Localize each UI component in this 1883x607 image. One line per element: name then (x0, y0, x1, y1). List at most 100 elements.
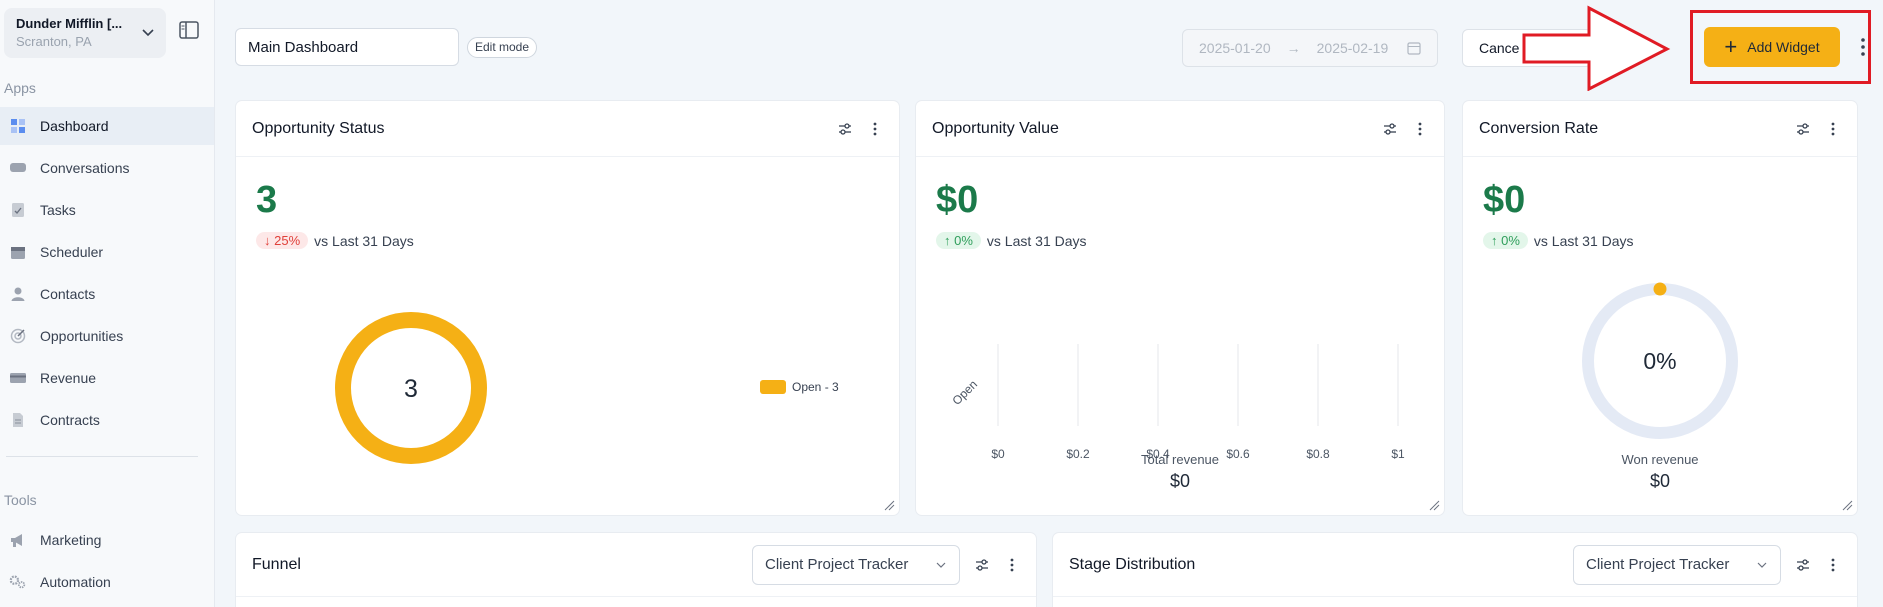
chevron-down-icon (936, 562, 946, 568)
metric-value: $0 (936, 179, 979, 221)
sidebar-toggle-icon[interactable] (178, 20, 200, 40)
legend-swatch-open (760, 380, 786, 394)
sidebar-item-conversations[interactable]: Conversations (0, 149, 214, 187)
apps-section-label: Apps (4, 80, 36, 96)
sidebar-item-opportunities[interactable]: Opportunities (0, 317, 214, 355)
widget-header: Stage Distribution Client Project Tracke… (1053, 533, 1857, 597)
delta-value: 0% (954, 233, 973, 248)
chart-legend: Open - 3 (760, 380, 839, 394)
filter-settings-icon[interactable] (1795, 121, 1811, 137)
annotation-highlight-box (1690, 10, 1871, 84)
conversion-rate-widget: Conversion Rate $0 ↑ 0% vs Last 31 Days … (1463, 101, 1857, 515)
sidebar-item-revenue[interactable]: Revenue (0, 359, 214, 397)
widget-title: Opportunity Value (932, 119, 1059, 137)
date-end: 2025-02-19 (1316, 40, 1389, 56)
arrow-up-icon: ↑ (944, 233, 955, 248)
filter-settings-icon[interactable] (837, 121, 853, 137)
megaphone-icon (9, 532, 27, 548)
chevron-down-icon (142, 29, 154, 37)
chat-icon (9, 160, 27, 176)
pipeline-select[interactable]: Client Project Tracker (1573, 544, 1781, 585)
metric-value: $0 (1483, 179, 1526, 221)
widget-header: Opportunity Value (916, 101, 1444, 157)
filter-settings-icon[interactable] (1382, 121, 1398, 137)
sidebar-item-label: Contacts (40, 286, 96, 302)
calendar-icon (1407, 42, 1421, 55)
calendar-icon (9, 244, 27, 260)
resize-handle-icon[interactable] (1428, 499, 1440, 511)
tasks-icon (9, 202, 27, 218)
sidebar-item-label: Scheduler (40, 244, 104, 260)
more-vertical-icon[interactable] (867, 121, 883, 137)
sidebar-item-label: Revenue (40, 370, 97, 386)
widget-title: Opportunity Status (252, 119, 385, 137)
delta-compare: vs Last 31 Days (986, 232, 1087, 249)
date-range-picker[interactable]: 2025-01-20 → 2025-02-19 (1182, 29, 1438, 67)
chart-footer-value: $0 (1649, 471, 1671, 491)
user-icon (9, 286, 27, 302)
sidebar-item-label: Opportunities (40, 328, 124, 344)
sidebar-item-contacts[interactable]: Contacts (0, 275, 214, 313)
more-vertical-icon[interactable] (1825, 557, 1841, 573)
target-icon (9, 328, 27, 344)
sidebar-item-label: Automation (40, 574, 111, 590)
widget-title: Stage Distribution (1069, 555, 1196, 573)
widget-title: Funnel (252, 555, 301, 573)
card-icon (9, 370, 27, 386)
date-start: 2025-01-20 (1199, 40, 1271, 56)
funnel-widget: Funnel Client Project Tracker (236, 533, 1036, 607)
chevron-down-icon (1757, 562, 1767, 568)
sidebar-divider (6, 456, 198, 457)
pipeline-select[interactable]: Client Project Tracker (752, 544, 960, 585)
dashboard-name-input[interactable] (235, 28, 459, 66)
filter-settings-icon[interactable] (974, 557, 990, 573)
more-vertical-icon[interactable] (1825, 121, 1841, 137)
sidebar-item-tasks[interactable]: Tasks (0, 191, 214, 229)
sidebar-item-scheduler[interactable]: Scheduler (0, 233, 214, 271)
delta-value: 0% (1501, 233, 1520, 248)
metric-delta: ↓ 25% vs Last 31 Days (256, 232, 414, 249)
metric-delta: ↑ 0% vs Last 31 Days (1483, 232, 1634, 249)
metric-value: 3 (256, 179, 278, 221)
metric-delta: ↑ 0% vs Last 31 Days (936, 232, 1087, 249)
sidebar-item-label: Marketing (40, 532, 102, 548)
org-switcher[interactable]: Dunder Mifflin [... Scranton, PA (4, 8, 166, 58)
sidebar-item-label: Tasks (40, 202, 76, 218)
revenue-bar-chart: $0 $0.2 $0.4 $0.6 $0.8 $1Open (949, 344, 1405, 461)
sidebar-item-marketing[interactable]: Marketing (0, 521, 214, 559)
tools-section-label: Tools (4, 492, 37, 508)
chart-footer-label: Won revenue (1621, 452, 1699, 467)
resize-handle-icon[interactable] (1841, 499, 1853, 511)
sidebar-item-dashboard[interactable]: Dashboard (0, 107, 214, 145)
legend-label: Open - 3 (792, 380, 839, 394)
sidebar-item-label: Conversations (40, 160, 130, 176)
resize-handle-icon[interactable] (883, 499, 895, 511)
dashboard-icon (9, 118, 27, 134)
org-location: Scranton, PA (16, 34, 92, 49)
arrow-up-icon: ↑ (1491, 233, 1502, 248)
sidebar-item-label: Contracts (40, 412, 100, 428)
sidebar: Dunder Mifflin [... Scranton, PA Apps Da… (0, 0, 215, 607)
more-vertical-icon[interactable] (1004, 557, 1020, 573)
gears-icon (9, 574, 27, 590)
filter-settings-icon[interactable] (1795, 557, 1811, 573)
sidebar-item-contracts[interactable]: Contracts (0, 401, 214, 439)
document-icon (9, 412, 27, 428)
sidebar-item-automation[interactable]: Automation (0, 563, 214, 601)
delta-badge: ↑ 0% (1483, 232, 1528, 249)
widget-header: Opportunity Status (236, 101, 899, 157)
delta-badge: ↑ 0% (936, 232, 981, 249)
delta-value: 25% (274, 233, 301, 248)
gauge-center-value: 0% (1643, 348, 1676, 374)
delta-compare: vs Last 31 Days (1533, 232, 1634, 249)
arrow-right-icon: → (1286, 40, 1301, 56)
widget-header: Funnel Client Project Tracker (236, 533, 1036, 597)
donut-center-value: 3 (404, 375, 418, 403)
delta-compare: vs Last 31 Days (314, 232, 414, 249)
more-vertical-icon[interactable] (1412, 121, 1428, 137)
stage-distribution-widget: Stage Distribution Client Project Tracke… (1053, 533, 1857, 607)
chart-footer-label: Total revenue (1140, 452, 1220, 467)
opportunity-value-widget: Opportunity Value $0 ↑ 0% vs Last 31 Day… (916, 101, 1444, 515)
edit-mode-badge: Edit mode (467, 37, 538, 58)
widget-title: Conversion Rate (1479, 119, 1599, 137)
